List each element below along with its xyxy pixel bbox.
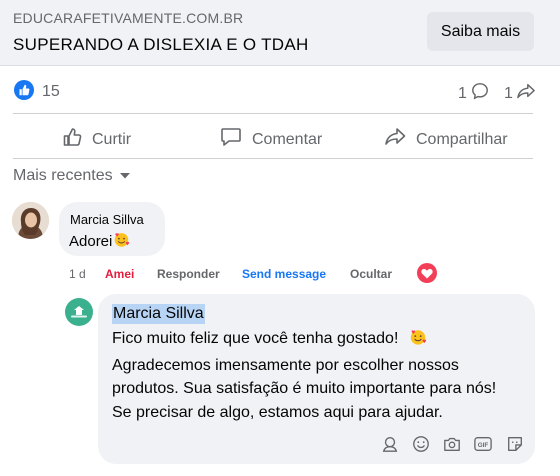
link-domain: EDUCARAFETIVAMENTE.COM.BR (13, 10, 244, 26)
comment-button-label: Comentar (252, 130, 323, 148)
comment-icon (220, 127, 242, 152)
reactions-summary: 15 1 1 (0, 74, 560, 108)
reply-text[interactable]: Fico muito feliz que você tenha gostado!… (112, 327, 522, 424)
svg-text:GIF: GIF (478, 442, 489, 449)
comment-count: 1 (458, 84, 467, 102)
comment-button[interactable]: Comentar (220, 127, 322, 152)
comment-bubble-icon (471, 82, 489, 105)
link-title[interactable]: SUPERANDO A DISLEXIA E O TDAH (13, 35, 309, 55)
reply-line: Fico muito feliz que você tenha gostado! (112, 327, 522, 354)
sticker-icon[interactable] (505, 434, 525, 454)
smiling-face-with-hearts-icon (409, 328, 427, 354)
like-button[interactable]: Curtir (62, 127, 131, 152)
post-actions: Curtir Comentar Compartilhar (0, 117, 560, 157)
share-button-label: Compartilhar (416, 130, 508, 148)
reply-mention[interactable]: Marcia Sillva (112, 304, 205, 324)
divider (13, 113, 533, 114)
emoji-icon[interactable] (411, 434, 431, 454)
like-button-label: Curtir (92, 130, 132, 148)
avatar-sticker-icon[interactable] (380, 434, 400, 454)
gif-icon[interactable]: GIF (473, 434, 493, 454)
reply-line: Se precisar de algo, estamos aqui para a… (112, 403, 443, 421)
reply-bubble: Marcia Sillva Fico muito feliz que você … (98, 294, 535, 464)
reply-line: Agradecemos imensamente por escolher nos… (112, 356, 459, 374)
share-count: 1 (504, 84, 513, 102)
divider (13, 158, 533, 159)
caret-down-icon (119, 167, 131, 185)
sort-label: Mais recentes (13, 167, 113, 184)
comment-text-line: Adorei (69, 231, 130, 252)
link-preview-card[interactable]: EDUCARAFETIVAMENTE.COM.BR SUPERANDO A DI… (0, 0, 560, 66)
hide-link[interactable]: Ocultar (350, 267, 392, 281)
avatar[interactable] (12, 202, 49, 239)
comment-timestamp[interactable]: 1 d (69, 267, 86, 281)
reply-line-text: Fico muito feliz que você tenha gostado! (112, 330, 399, 347)
page-avatar[interactable] (65, 298, 93, 326)
love-reaction-link[interactable]: Amei (105, 267, 134, 281)
like-count[interactable]: 15 (42, 83, 60, 101)
smiling-face-with-hearts-icon (113, 231, 130, 252)
heart-reaction-icon[interactable] (417, 263, 437, 283)
camera-icon[interactable] (442, 434, 462, 454)
thumbs-up-icon (62, 127, 82, 152)
comment-text: Adorei (69, 233, 113, 250)
comment-sort-dropdown[interactable]: Mais recentes (13, 167, 131, 185)
share-arrow-icon (516, 82, 536, 105)
reply-link[interactable]: Responder (157, 267, 220, 281)
learn-more-button[interactable]: Saiba mais (427, 12, 534, 51)
share-button[interactable]: Compartilhar (384, 127, 508, 152)
comment-author[interactable]: Marcia Sillva (70, 212, 144, 227)
comment-bubble: Marcia Sillva Adorei (59, 202, 165, 256)
share-icon (384, 127, 406, 152)
comment-count-link[interactable]: 1 (458, 82, 489, 105)
reply-line: produtos. Sua satisfação é muito importa… (112, 380, 497, 397)
like-reaction-icon[interactable] (14, 80, 34, 100)
share-count-link[interactable]: 1 (504, 82, 536, 105)
send-message-link[interactable]: Send message (242, 267, 326, 281)
